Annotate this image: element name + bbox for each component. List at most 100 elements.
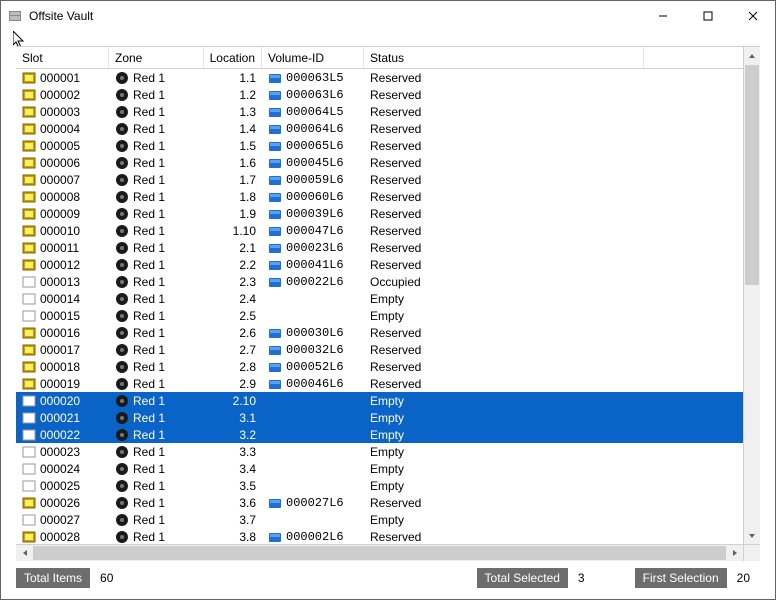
table-row[interactable]: 000012Red 12.2000041L6Reserved (16, 256, 743, 273)
table-row[interactable]: 000024Red 13.4Empty (16, 460, 743, 477)
table-row[interactable]: 000010Red 11.10000047L6Reserved (16, 222, 743, 239)
slot-icon (22, 88, 36, 102)
scroll-right-button[interactable] (726, 545, 743, 562)
table-row[interactable]: 000015Red 12.5Empty (16, 307, 743, 324)
volume-value: 000064L5 (286, 105, 344, 119)
status-value: Reserved (370, 241, 421, 255)
location-value: 1.5 (239, 139, 256, 153)
location-value: 1.3 (239, 105, 256, 119)
minimize-button[interactable] (640, 2, 685, 31)
scroll-left-button[interactable] (16, 545, 33, 562)
slot-icon (22, 394, 36, 408)
zone-value: Red 1 (133, 377, 165, 391)
table-row[interactable]: 000008Red 11.8000060L6Reserved (16, 188, 743, 205)
scroll-up-button[interactable] (744, 47, 760, 64)
status-value: Reserved (370, 530, 421, 544)
disc-icon (115, 377, 129, 391)
tape-icon (268, 377, 282, 391)
slot-value: 000004 (40, 122, 80, 136)
slot-icon (22, 275, 36, 289)
table-row[interactable]: 000007Red 11.7000059L6Reserved (16, 171, 743, 188)
table-row[interactable]: 000019Red 12.9000046L6Reserved (16, 375, 743, 392)
disc-icon (115, 428, 129, 442)
table-row[interactable]: 000003Red 11.3000064L5Reserved (16, 103, 743, 120)
table-row[interactable]: 000020Red 12.10Empty (16, 392, 743, 409)
zone-value: Red 1 (133, 139, 165, 153)
slot-value: 000010 (40, 224, 80, 238)
slot-icon (22, 156, 36, 170)
tape-icon (268, 258, 282, 272)
table-row[interactable]: 000004Red 11.4000064L6Reserved (16, 120, 743, 137)
header-zone[interactable]: Zone (109, 47, 204, 68)
rows[interactable]: 000001Red 11.1000063L5Reserved000002Red … (16, 69, 743, 544)
slot-icon (22, 360, 36, 374)
table-row[interactable]: 000005Red 11.5000065L6Reserved (16, 137, 743, 154)
tape-icon (268, 496, 282, 510)
header-status[interactable]: Status (364, 47, 644, 68)
zone-value: Red 1 (133, 411, 165, 425)
header-slot[interactable]: Slot (16, 47, 109, 68)
status-value: Reserved (370, 326, 421, 340)
volume-value: 000064L6 (286, 122, 344, 136)
table-row[interactable]: 000021Red 13.1Empty (16, 409, 743, 426)
disc-icon (115, 139, 129, 153)
tape-icon (268, 71, 282, 85)
status-bar: Total Items 60 Total Selected 3 First Se… (16, 567, 760, 589)
location-value: 1.2 (239, 88, 256, 102)
disc-icon (115, 411, 129, 425)
tape-icon (268, 207, 282, 221)
slot-icon (22, 173, 36, 187)
slot-icon (22, 428, 36, 442)
close-button[interactable] (730, 2, 775, 31)
table-row[interactable]: 000016Red 12.6000030L6Reserved (16, 324, 743, 341)
status-total-selected-label: Total Selected (477, 568, 568, 588)
slot-value: 000001 (40, 71, 80, 85)
table-row[interactable]: 000013Red 12.3000022L6Occupied (16, 273, 743, 290)
slot-value: 000021 (40, 411, 80, 425)
location-value: 3.6 (239, 496, 256, 510)
disc-icon (115, 343, 129, 357)
table-row[interactable]: 000002Red 11.2000063L6Reserved (16, 86, 743, 103)
table-row[interactable]: 000022Red 13.2Empty (16, 426, 743, 443)
header-volume[interactable]: Volume-ID (262, 47, 364, 68)
table-row[interactable]: 000006Red 11.6000045L6Reserved (16, 154, 743, 171)
table-row[interactable]: 000025Red 13.5Empty (16, 477, 743, 494)
slot-value: 000008 (40, 190, 80, 204)
slot-icon (22, 309, 36, 323)
table-row[interactable]: 000017Red 12.7000032L6Reserved (16, 341, 743, 358)
horizontal-scrollbar[interactable] (16, 544, 743, 561)
slot-value: 000026 (40, 496, 80, 510)
slot-value: 000013 (40, 275, 80, 289)
table-row[interactable]: 000018Red 12.8000052L6Reserved (16, 358, 743, 375)
hscroll-thumb[interactable] (33, 546, 726, 560)
volume-value: 000045L6 (286, 156, 344, 170)
table-row[interactable]: 000023Red 13.3Empty (16, 443, 743, 460)
status-value: Reserved (370, 105, 421, 119)
zone-value: Red 1 (133, 428, 165, 442)
tape-icon (268, 241, 282, 255)
scroll-thumb[interactable] (745, 65, 759, 285)
table-row[interactable]: 000001Red 11.1000063L5Reserved (16, 69, 743, 86)
slot-value: 000012 (40, 258, 80, 272)
header-location[interactable]: Location (204, 47, 262, 68)
vertical-scrollbar[interactable] (743, 47, 760, 544)
disc-icon (115, 309, 129, 323)
table-row[interactable]: 000026Red 13.6000027L6Reserved (16, 494, 743, 511)
table-row[interactable]: 000014Red 12.4Empty (16, 290, 743, 307)
zone-value: Red 1 (133, 530, 165, 544)
titlebar[interactable]: Offsite Vault (1, 1, 775, 31)
table-row[interactable]: 000009Red 11.9000039L6Reserved (16, 205, 743, 222)
maximize-button[interactable] (685, 2, 730, 31)
scroll-down-button[interactable] (744, 527, 760, 544)
status-total-items-label: Total Items (16, 568, 90, 588)
slot-value: 000018 (40, 360, 80, 374)
zone-value: Red 1 (133, 156, 165, 170)
table-row[interactable]: 000028Red 13.8000002L6Reserved (16, 528, 743, 544)
table-row[interactable]: 000027Red 13.7Empty (16, 511, 743, 528)
slot-icon (22, 122, 36, 136)
table-row[interactable]: 000011Red 12.1000023L6Reserved (16, 239, 743, 256)
zone-value: Red 1 (133, 275, 165, 289)
status-value: Empty (370, 445, 404, 459)
location-value: 2.1 (239, 241, 256, 255)
slot-icon (22, 496, 36, 510)
